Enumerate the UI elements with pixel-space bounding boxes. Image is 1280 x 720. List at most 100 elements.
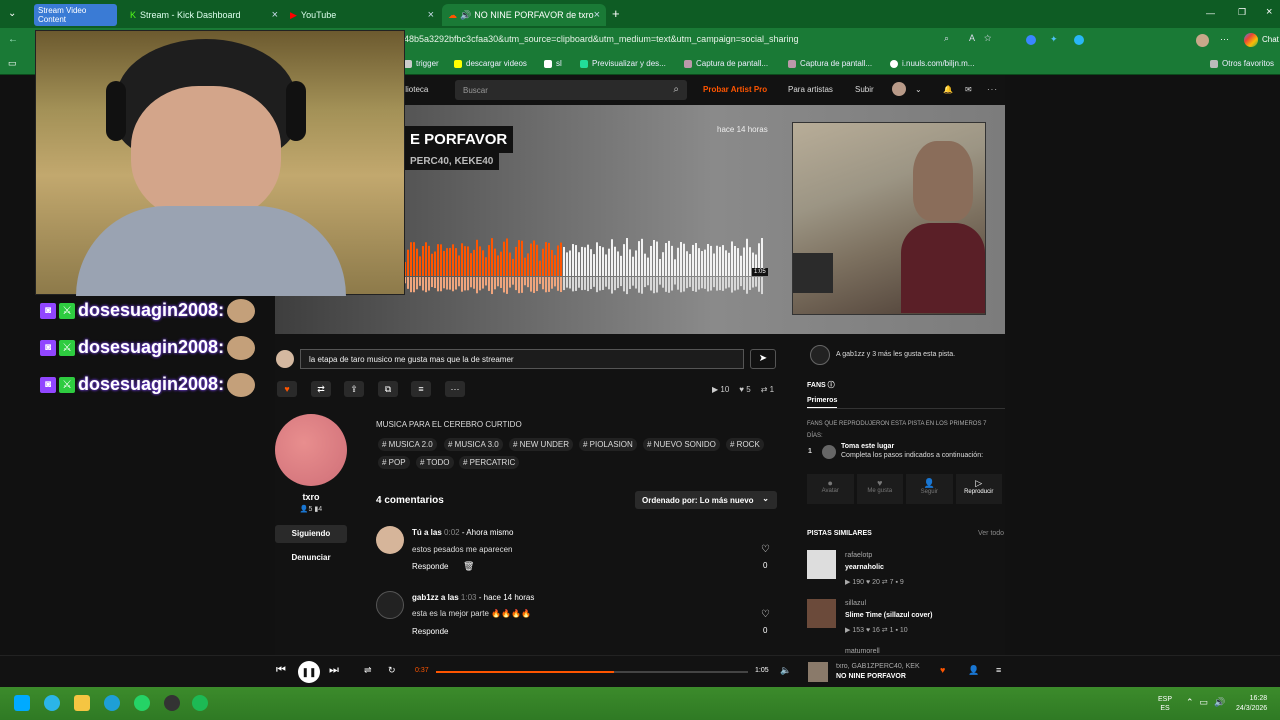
tab-first-fans[interactable]: Primeros xyxy=(807,397,837,404)
close-tab-icon[interactable]: × xyxy=(594,9,600,21)
step-like[interactable]: ♥ Me gusta xyxy=(856,474,903,504)
info-icon[interactable]: ⓘ xyxy=(828,382,835,389)
tab-soundcloud[interactable]: ☁ 🔊 NO NINE PORFAVOR de txro × xyxy=(442,4,606,26)
minimize-button[interactable]: — xyxy=(1206,8,1215,18)
try-pro-link[interactable]: Probar Artist Pro xyxy=(703,85,767,94)
pause-button[interactable]: ❚❚ xyxy=(298,661,320,683)
comment-input[interactable]: la etapa de taro musico me gusta mas que… xyxy=(300,349,744,369)
now-playing-artist[interactable]: txro, GAB1ZPERC40, KEK xyxy=(836,663,920,670)
liker-avatar[interactable] xyxy=(810,345,830,365)
tag[interactable]: # ROCK xyxy=(726,438,764,451)
tag[interactable]: # PIOLASION xyxy=(579,438,637,451)
clock[interactable]: 16:28 24/3/2026 xyxy=(1236,694,1267,714)
report-button[interactable]: Denunciar xyxy=(275,549,347,567)
obs-icon[interactable] xyxy=(164,695,180,711)
url-field[interactable]: 48b5a3292bfbc3cfaa30&utm_source=clipboar… xyxy=(404,34,799,44)
reply-link[interactable]: Responde xyxy=(412,627,448,636)
bookmark[interactable]: Captura de pantall... xyxy=(788,59,872,68)
for-artists-link[interactable]: Para artistas xyxy=(788,85,833,94)
tab-stream-video[interactable]: Stream Video Content xyxy=(28,4,123,26)
tab-list-icon[interactable]: ⌄ xyxy=(8,8,16,19)
tag[interactable]: # NUEVO SONIDO xyxy=(643,438,720,451)
file-explorer-icon[interactable] xyxy=(74,695,90,711)
comment-avatar[interactable] xyxy=(376,526,404,554)
bookmark[interactable]: descargar videos xyxy=(454,59,527,68)
heart-icon[interactable]: ♡ xyxy=(761,544,770,555)
now-playing-title[interactable]: NO NINE PORFAVOR xyxy=(836,673,906,680)
repeat-icon[interactable]: ↻ xyxy=(388,665,396,676)
maximize-button[interactable]: ❐ xyxy=(1238,7,1246,18)
following-button[interactable]: Siguiendo xyxy=(275,525,347,543)
close-window-button[interactable]: × xyxy=(1266,6,1272,18)
language-indicator[interactable]: ESP ES xyxy=(1158,695,1172,713)
notifications-icon[interactable]: 🔔 xyxy=(943,85,953,94)
back-icon[interactable]: ← xyxy=(8,34,18,45)
step-follow[interactable]: 👤 Seguir xyxy=(906,474,953,504)
similar-artwork[interactable] xyxy=(807,599,836,628)
tray-icons[interactable]: ⌃▭🔊 xyxy=(1186,697,1231,708)
search-icon[interactable]: ⌕ xyxy=(673,84,679,95)
other-bookmarks[interactable]: Otros favoritos xyxy=(1210,59,1274,68)
spotify-icon[interactable] xyxy=(192,695,208,711)
step-play[interactable]: ▷ Reproducir xyxy=(955,474,1002,504)
messages-icon[interactable]: ✉ xyxy=(965,85,972,94)
sidebar-toggle-icon[interactable]: ▭ xyxy=(8,58,17,69)
previous-icon[interactable]: ⏮ xyxy=(276,664,286,677)
search-input[interactable]: Buscar ⌕ xyxy=(455,80,687,100)
comment-avatar[interactable] xyxy=(376,591,404,619)
tag[interactable]: # MUSICA 3.0 xyxy=(444,438,503,451)
sort-dropdown[interactable]: Ordenado por: Lo más nuevo ⌄ xyxy=(635,491,777,509)
profile-avatar[interactable] xyxy=(1196,34,1209,47)
tag[interactable]: # NEW UNDER xyxy=(509,438,574,451)
copy-link-button[interactable]: ⧉ xyxy=(378,381,398,397)
volume-icon[interactable]: 🔈 xyxy=(780,665,791,676)
like-button[interactable]: ♥ xyxy=(277,381,297,397)
similar-title[interactable]: Slime Time (sillazul cover) xyxy=(845,612,932,619)
repost-button[interactable]: ⇄ xyxy=(311,381,331,397)
browser-icon[interactable] xyxy=(104,695,120,711)
copilot-icon[interactable] xyxy=(1244,33,1258,47)
tag[interactable]: # TODO xyxy=(416,456,454,469)
chevron-down-icon[interactable]: ⌄ xyxy=(915,85,922,94)
trash-icon[interactable]: 🗑 xyxy=(463,561,474,572)
waveform[interactable] xyxy=(404,236,764,296)
similar-artist[interactable]: sillazul xyxy=(845,600,866,607)
bookmark[interactable]: Previsualizar y des... xyxy=(580,59,666,68)
add-to-playlist-button[interactable]: ≡ xyxy=(411,381,431,397)
now-playing-artwork[interactable] xyxy=(808,662,828,682)
similar-artwork[interactable] xyxy=(807,550,836,579)
close-tab-icon[interactable]: × xyxy=(428,9,434,21)
upload-link[interactable]: Subir xyxy=(855,85,874,94)
extension-icon[interactable] xyxy=(1074,35,1084,45)
progress-track[interactable] xyxy=(436,671,748,673)
more-button[interactable]: ··· xyxy=(445,381,465,397)
bookmark[interactable]: i.nuuls.com/biljn.m... xyxy=(890,59,974,68)
shuffle-icon[interactable]: ⇌ xyxy=(364,665,372,676)
user-avatar[interactable] xyxy=(892,82,906,96)
close-tab-icon[interactable]: × xyxy=(272,9,278,21)
heart-icon[interactable]: ♡ xyxy=(761,609,770,620)
more-icon[interactable]: ··· xyxy=(987,85,998,94)
extension-icon[interactable] xyxy=(1026,35,1036,45)
similar-artist[interactable]: matumorell xyxy=(845,648,880,655)
see-all-link[interactable]: Ver todo xyxy=(978,530,1004,537)
uploader-avatar[interactable] xyxy=(275,414,347,486)
tag[interactable]: # MUSICA 2.0 xyxy=(378,438,437,451)
edge-icon[interactable] xyxy=(44,695,60,711)
tag[interactable]: # PERCATRIC xyxy=(459,456,520,469)
liked-icon[interactable]: ♥ xyxy=(940,665,945,675)
menu-icon[interactable]: ··· xyxy=(1220,34,1229,44)
tab-youtube[interactable]: ▶ YouTube × xyxy=(284,4,440,26)
step-avatar[interactable]: ● Avatar xyxy=(807,474,854,504)
tag[interactable]: # POP xyxy=(378,456,410,469)
share-button[interactable]: ⇪ xyxy=(344,381,364,397)
follow-icon[interactable]: 👤 xyxy=(968,665,979,676)
send-icon[interactable]: ➤ xyxy=(750,349,776,369)
windows-start-icon[interactable] xyxy=(14,695,30,711)
queue-icon[interactable]: ≡ xyxy=(996,665,1001,675)
reply-link[interactable]: Responde xyxy=(412,562,448,571)
whatsapp-icon[interactable] xyxy=(134,695,150,711)
bookmark[interactable]: trigger xyxy=(404,59,439,68)
tab-kick-dashboard[interactable]: K Stream - Kick Dashboard × xyxy=(124,4,284,26)
bookmark[interactable]: Captura de pantall... xyxy=(684,59,768,68)
